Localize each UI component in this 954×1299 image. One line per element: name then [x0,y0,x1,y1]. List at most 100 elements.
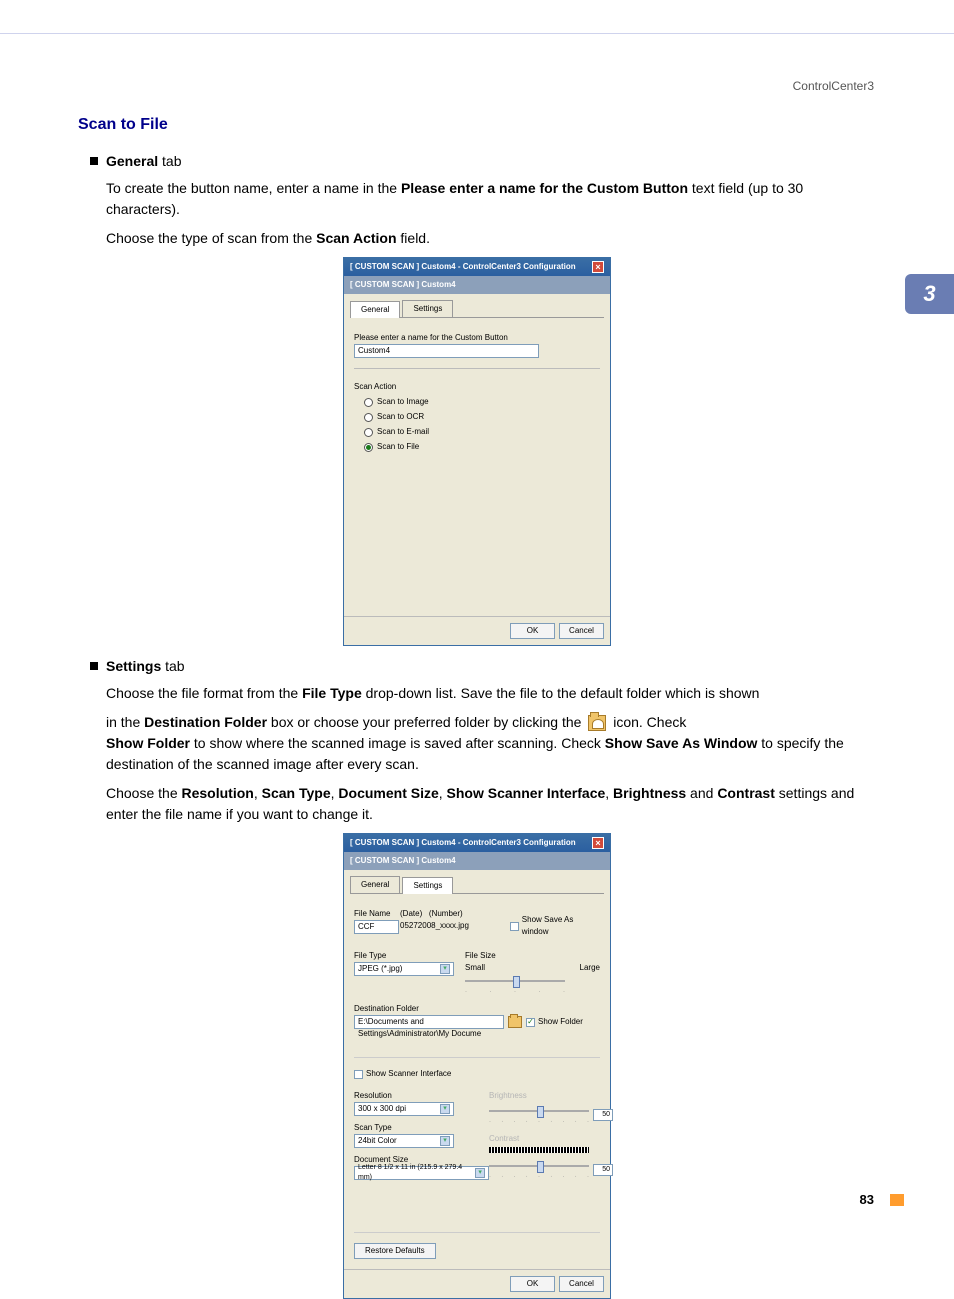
resolution-label: Resolution [354,1090,489,1102]
brightness-slider[interactable]: ········· [489,1104,589,1127]
tab-general[interactable]: General [350,301,400,318]
docsize-select[interactable]: Letter 8 1/2 x 11 in (215.9 x 279.4 mm)▾ [354,1166,489,1180]
date-label: (Date) (Number) [400,908,510,920]
filetype-value: JPEG (*.jpg) [358,963,402,975]
filename-label: File Name [354,908,400,920]
contrast-label: Contrast [489,1133,617,1145]
cancel-button[interactable]: Cancel [559,1276,604,1292]
cancel-button[interactable]: Cancel [559,623,604,639]
resolution-select[interactable]: 300 x 300 dpi▾ [354,1102,454,1116]
brightness-label: Brightness [489,1090,617,1102]
filesize-slider[interactable] [465,980,565,982]
contrast-value[interactable]: 50 [593,1164,613,1176]
slider-thumb-icon [513,976,520,988]
filename-input[interactable]: CCF [354,920,399,934]
dialog1-titlebar: [ CUSTOM SCAN ] Custom4 - ControlCenter3… [344,258,610,276]
para6a: Choose the [106,785,182,801]
bullet-general-bold: General [106,153,158,169]
para2c: field. [397,230,430,246]
slider-ticks: ········· [489,1173,589,1182]
para6b: Resolution [182,785,254,801]
checkbox-icon [354,1070,363,1079]
destination-row: E:\Documents and Settings\Administrator\… [354,1015,600,1029]
bullet-general-text: General tab [106,151,182,172]
tab-settings[interactable]: Settings [402,300,453,317]
resolution-value: 300 x 300 dpi [358,1103,406,1115]
dialog1-tabs: General Settings [350,300,604,318]
para6l: Contrast [717,785,775,801]
p6k: and [686,785,717,801]
dialog2-tabs: General Settings [350,876,604,894]
bullet-general: General tab [90,151,876,172]
contrast-slider[interactable]: ········· [489,1159,589,1182]
radio-scan-file[interactable]: Scan to File [364,441,600,453]
chevron-down-icon: ▾ [440,964,450,974]
filetype-row: File Type JPEG (*.jpg)▾ File Size SmallL… [354,944,600,997]
radio-dot-icon [364,413,373,422]
bullet-settings: Settings tab [90,656,876,677]
right-settings-col: Brightness ········· 50 Contrast [489,1084,617,1182]
dialog2-container: [ CUSTOM SCAN ] Custom4 - ControlCenter3… [78,833,876,1299]
p6c: , [254,785,262,801]
para1b: Please enter a name for the Custom Butto… [401,180,688,196]
radio-scan-image[interactable]: Scan to Image [364,396,600,408]
show-saveas-label: Show Save As window [522,914,600,938]
radio-scan-ocr[interactable]: Scan to OCR [364,411,600,423]
bullet-settings-text: Settings tab [106,656,185,677]
dialog1-buttons: OK Cancel [344,616,610,645]
para6f: Document Size [338,785,438,801]
p6i: , [605,785,613,801]
square-bullet-icon [90,662,98,670]
close-icon[interactable]: × [592,261,604,273]
page-number: 83 [860,1192,874,1207]
dialog2-subtitle: [ CUSTOM SCAN ] Custom4 [344,852,610,870]
separator [354,1057,600,1058]
scantype-select[interactable]: 24bit Color▾ [354,1134,454,1148]
tab-settings[interactable]: Settings [402,877,453,894]
ok-button[interactable]: OK [510,1276,555,1292]
number-l: (Number) [429,909,463,918]
p6g: , [439,785,447,801]
section-title: Scan to File [78,113,876,137]
para3c: drop-down list. Save the file to the def… [362,685,760,701]
datenum-col: (Date) (Number) 05272008_xxxx.jpg [400,902,510,932]
scan-settings-row: Resolution 300 x 300 dpi▾ Scan Type 24bi… [354,1084,600,1182]
tab-general[interactable]: General [350,876,400,893]
close-icon[interactable]: × [592,837,604,849]
page-corner-icon [890,1194,904,1206]
show-scanner-interface-checkbox[interactable]: Show Scanner Interface [354,1068,600,1080]
show-saveas-checkbox[interactable]: Show Save As window [510,914,600,938]
bullet-general-rest: tab [158,153,181,169]
para4b: Destination Folder [144,714,267,730]
large-label: Large [580,962,600,974]
dialog-settings: [ CUSTOM SCAN ] Custom4 - ControlCenter3… [343,833,611,1299]
filesize-label: File Size [465,950,600,962]
para-3: Choose the file format from the File Typ… [106,683,876,704]
filetype-col: File Type JPEG (*.jpg)▾ [354,944,465,976]
filetype-select[interactable]: JPEG (*.jpg) ▾ [354,962,454,976]
browse-folder-icon[interactable] [508,1016,522,1028]
destination-label: Destination Folder [354,1003,600,1015]
destination-input[interactable]: E:\Documents and Settings\Administrator\… [354,1015,504,1029]
para-2: Choose the type of scan from the Scan Ac… [106,228,876,249]
brightness-value[interactable]: 50 [593,1109,613,1121]
separator [354,1232,600,1233]
show-folder-checkbox[interactable]: ✓Show Folder [526,1016,583,1028]
restore-defaults-button[interactable]: Restore Defaults [354,1243,436,1259]
browse-folder-icon [588,715,606,731]
radio-scan-image-label: Scan to Image [377,396,429,408]
radio-scan-file-label: Scan to File [377,441,419,453]
saveas-col: Show Save As window [510,902,600,938]
ok-button[interactable]: OK [510,623,555,639]
small-label: Small [465,962,485,974]
custom-name-input[interactable]: Custom4 [354,344,539,358]
dialog2-buttons: OK Cancel [344,1269,610,1298]
scan-action-group: Scan Action Scan to Image Scan to OCR Sc… [354,368,600,453]
chapter-side-tab: 3 [905,274,954,314]
para6d: Scan Type [262,785,331,801]
date-l: (Date) [400,909,422,918]
para5b: to show where the scanned image is saved… [190,735,605,751]
radio-scan-email[interactable]: Scan to E-mail [364,426,600,438]
para3a: Choose the file format from the [106,685,302,701]
dialog1-title-text: [ CUSTOM SCAN ] Custom4 - ControlCenter3… [350,261,576,273]
